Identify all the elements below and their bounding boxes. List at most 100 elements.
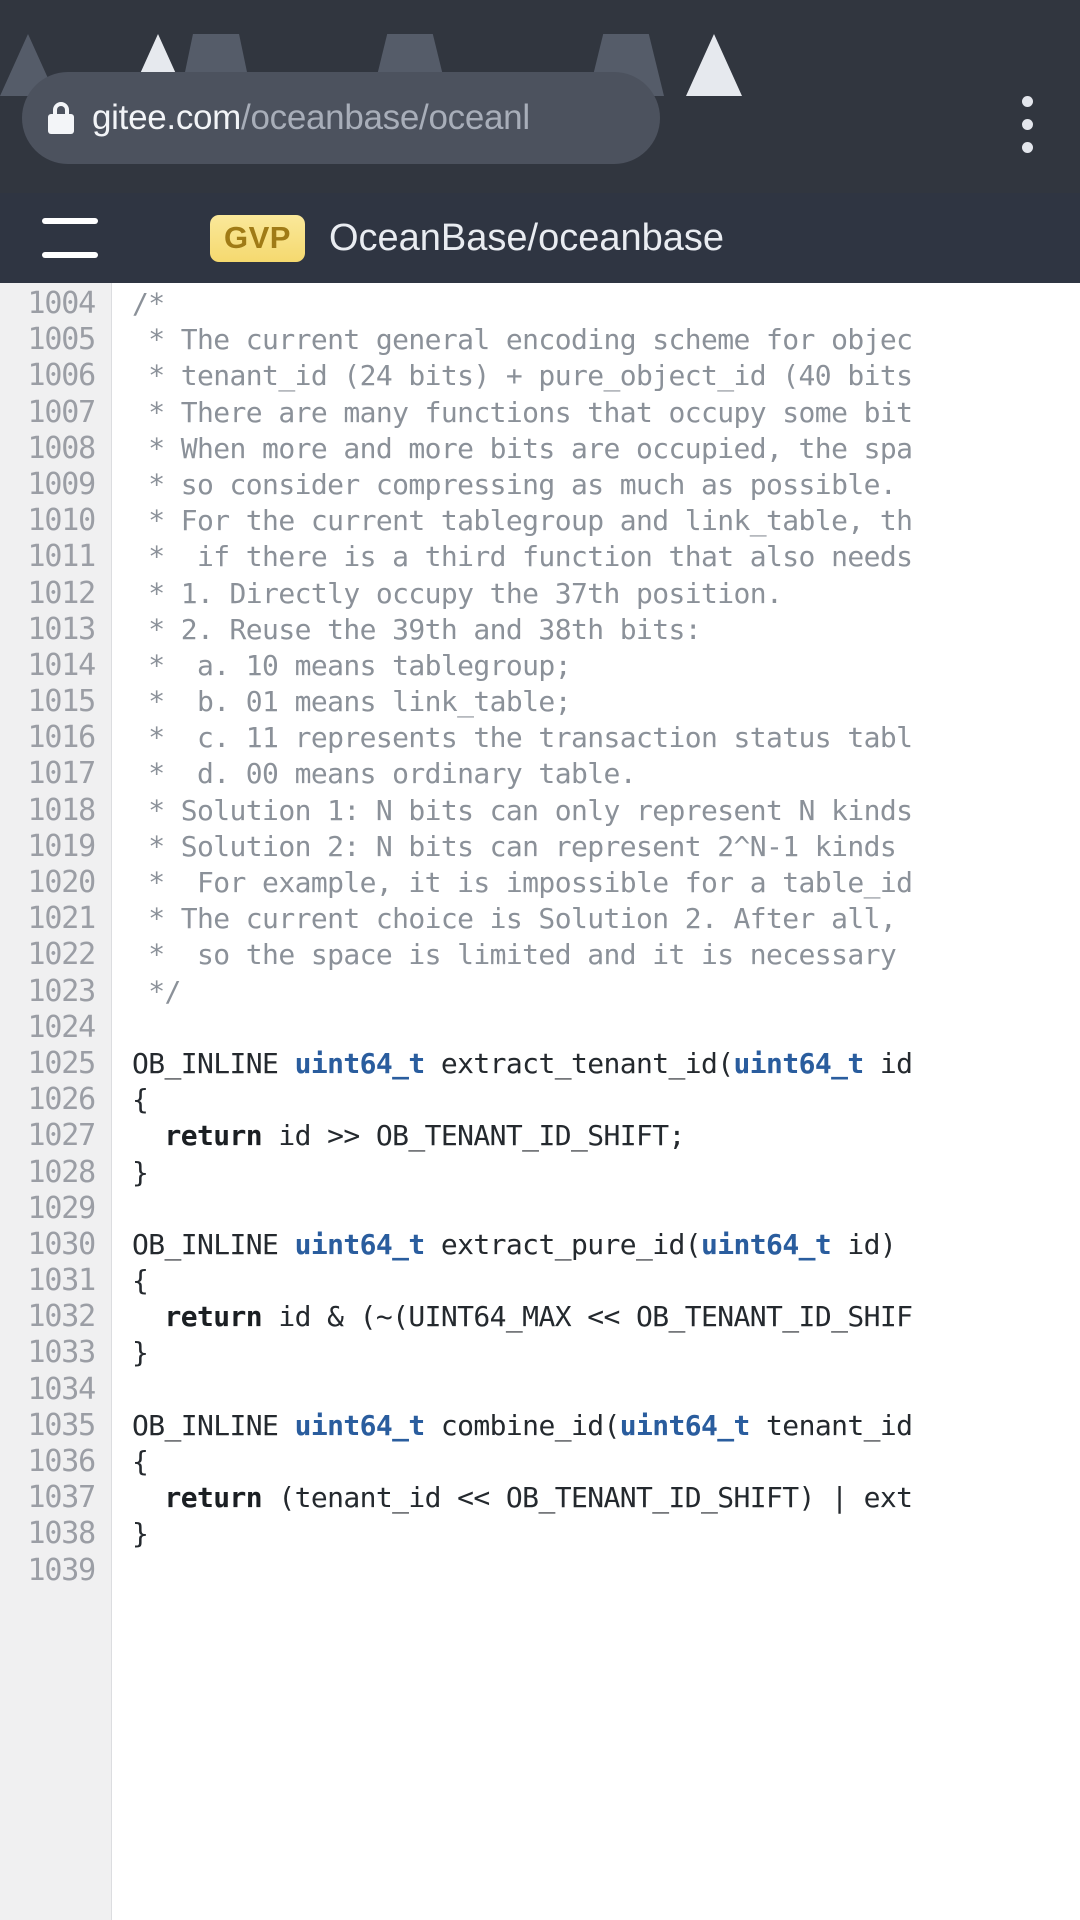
- code-token-pln: [132, 1481, 165, 1514]
- line-number: 1016: [27, 720, 97, 756]
- lock-icon: [48, 102, 74, 134]
- code-token-cmt: * For example, it is impossible for a ta…: [132, 866, 913, 899]
- code-token-cmt: * The current general encoding scheme fo…: [132, 323, 913, 357]
- line-number: 1024: [27, 1009, 97, 1045]
- code-line[interactable]: return id >> OB_TENANT_ID_SHIFT;: [132, 1118, 1080, 1154]
- code-line[interactable]: * c. 11 represents the transaction statu…: [132, 720, 1080, 756]
- code-line[interactable]: * There are many functions that occupy s…: [132, 395, 1080, 431]
- line-number: 1015: [27, 684, 97, 720]
- code-token-pln: combine_id(: [424, 1408, 620, 1442]
- code-content[interactable]: /* * The current general encoding scheme…: [112, 283, 1080, 1920]
- code-token-pln: OB_INLINE: [132, 1046, 295, 1080]
- code-line[interactable]: * Solution 2: N bits can represent 2^N-1…: [132, 829, 1080, 865]
- browser-chrome: gitee.com/oceanbase/oceanl: [0, 0, 1080, 193]
- code-line[interactable]: [132, 1372, 1080, 1408]
- code-line[interactable]: * When more and more bits are occupied, …: [132, 431, 1080, 467]
- url-host: gitee.com: [92, 98, 242, 137]
- code-line[interactable]: [132, 1191, 1080, 1227]
- code-token-pln: [132, 1300, 165, 1333]
- line-number: 1035: [27, 1407, 97, 1443]
- code-token-pln: OB_INLINE: [132, 1227, 295, 1261]
- code-token-pln: [132, 1119, 165, 1152]
- line-number: 1034: [27, 1371, 97, 1407]
- code-line[interactable]: */: [132, 974, 1080, 1010]
- code-viewer[interactable]: 1004 1005 1006 1007 1008 1009 1010 1011 1012 1013…: [0, 283, 1080, 1920]
- address-bar[interactable]: gitee.com/oceanbase/oceanl: [22, 72, 660, 164]
- code-token-cmt: * There are many functions that occupy s…: [132, 395, 913, 429]
- line-number: 1031: [27, 1263, 97, 1299]
- code-token-cmt: * 1. Directly occupy the 37th position.: [132, 576, 783, 610]
- code-token-kw: return: [164, 1300, 263, 1334]
- code-line[interactable]: * 2. Reuse the 39th and 38th bits:: [132, 612, 1080, 648]
- line-number: 1023: [27, 973, 97, 1009]
- hamburger-menu-icon[interactable]: [42, 218, 98, 258]
- code-token-kw: return: [164, 1119, 263, 1153]
- code-line[interactable]: }: [132, 1335, 1080, 1371]
- code-token-pln: extract_tenant_id(: [424, 1046, 734, 1080]
- line-number: 1033: [27, 1335, 97, 1371]
- code-token-pln: tenant_id: [749, 1408, 913, 1442]
- code-line[interactable]: * a. 10 means tablegroup;: [132, 648, 1080, 684]
- code-token-typ: uint64_t: [294, 1227, 426, 1261]
- line-number: 1036: [27, 1444, 97, 1479]
- line-number: 1008: [27, 430, 97, 466]
- code-line[interactable]: * The current choice is Solution 2. Afte…: [132, 901, 1080, 937]
- code-line[interactable]: * b. 01 means link_table;: [132, 684, 1080, 720]
- code-token-typ: uint64_t: [619, 1408, 751, 1442]
- code-line[interactable]: * tenant_id (24 bits) + pure_object_id (…: [132, 358, 1080, 394]
- line-number: 1012: [27, 575, 97, 611]
- code-line[interactable]: {: [132, 1444, 1080, 1480]
- code-line[interactable]: * The current general encoding scheme fo…: [132, 322, 1080, 358]
- line-number: 1022: [27, 937, 97, 973]
- line-number: 1026: [27, 1082, 97, 1118]
- code-line[interactable]: /*: [132, 286, 1080, 322]
- code-line[interactable]: * so consider compressing as much as pos…: [132, 467, 1080, 503]
- code-token-pln: {: [132, 1083, 149, 1117]
- line-number: 1020: [27, 865, 97, 900]
- code-token-cmt: * so consider compressing as much as pos…: [132, 467, 897, 501]
- line-number: 1007: [27, 394, 97, 430]
- code-line[interactable]: OB_INLINE uint64_t extract_pure_id(uint6…: [132, 1227, 1080, 1263]
- code-line[interactable]: * d. 00 means ordinary table.: [132, 756, 1080, 792]
- line-number: 1030: [27, 1226, 97, 1262]
- code-line[interactable]: * For the current tablegroup and link_ta…: [132, 503, 1080, 539]
- code-line[interactable]: * so the space is limited and it is nece…: [132, 937, 1080, 973]
- code-line[interactable]: * if there is a third function that also…: [132, 539, 1080, 575]
- code-line[interactable]: }: [132, 1155, 1080, 1191]
- code-token-pln: }: [132, 1155, 149, 1189]
- code-token-pln: {: [132, 1264, 149, 1298]
- line-number: 1039: [27, 1552, 97, 1588]
- gvp-badge: GVP: [210, 214, 305, 262]
- code-line[interactable]: * For example, it is impossible for a ta…: [132, 865, 1080, 901]
- code-token-cmt: * The current choice is Solution 2. Afte…: [132, 902, 897, 936]
- line-number: 1011: [27, 539, 97, 575]
- code-line[interactable]: {: [132, 1263, 1080, 1299]
- code-token-typ: uint64_t: [294, 1046, 426, 1080]
- code-line[interactable]: * Solution 1: N bits can only represent …: [132, 793, 1080, 829]
- line-number: 1005: [27, 322, 97, 358]
- repo-title[interactable]: OceanBase/oceanbase: [329, 217, 724, 260]
- code-line[interactable]: [132, 1010, 1080, 1046]
- line-number: 1025: [27, 1045, 97, 1081]
- code-line[interactable]: OB_INLINE uint64_t extract_tenant_id(uin…: [132, 1046, 1080, 1082]
- code-line[interactable]: return id & (~(UINT64_MAX << OB_TENANT_I…: [132, 1299, 1080, 1335]
- code-line[interactable]: * 1. Directly occupy the 37th position.: [132, 576, 1080, 612]
- line-number: 1027: [27, 1118, 97, 1154]
- code-line[interactable]: }: [132, 1516, 1080, 1552]
- code-token-cmt: * When more and more bits are occupied, …: [132, 431, 913, 465]
- code-token-cmt: * tenant_id (24 bits) + pure_object_id (…: [132, 359, 913, 393]
- kebab-menu-icon[interactable]: [1022, 96, 1034, 154]
- line-number-gutter: 1004 1005 1006 1007 1008 1009 1010 1011 1012 1013…: [0, 283, 112, 1920]
- line-number: 1028: [27, 1154, 97, 1190]
- code-token-cmt: * if there is a third function that also…: [132, 540, 913, 574]
- code-token-cmt: /*: [132, 287, 165, 320]
- code-line[interactable]: OB_INLINE uint64_t combine_id(uint64_t t…: [132, 1408, 1080, 1444]
- line-number: 1010: [27, 503, 97, 539]
- code-line[interactable]: {: [132, 1082, 1080, 1118]
- code-token-typ: uint64_t: [701, 1227, 832, 1261]
- code-line[interactable]: return (tenant_id << OB_TENANT_ID_SHIFT)…: [132, 1480, 1080, 1516]
- code-line[interactable]: [132, 1553, 1080, 1589]
- code-token-pln: id & (~(UINT64_MAX << OB_TENANT_ID_SHIF: [262, 1300, 913, 1334]
- code-token-pln: extract_pure_id(: [424, 1227, 702, 1261]
- line-number: 1038: [27, 1516, 97, 1552]
